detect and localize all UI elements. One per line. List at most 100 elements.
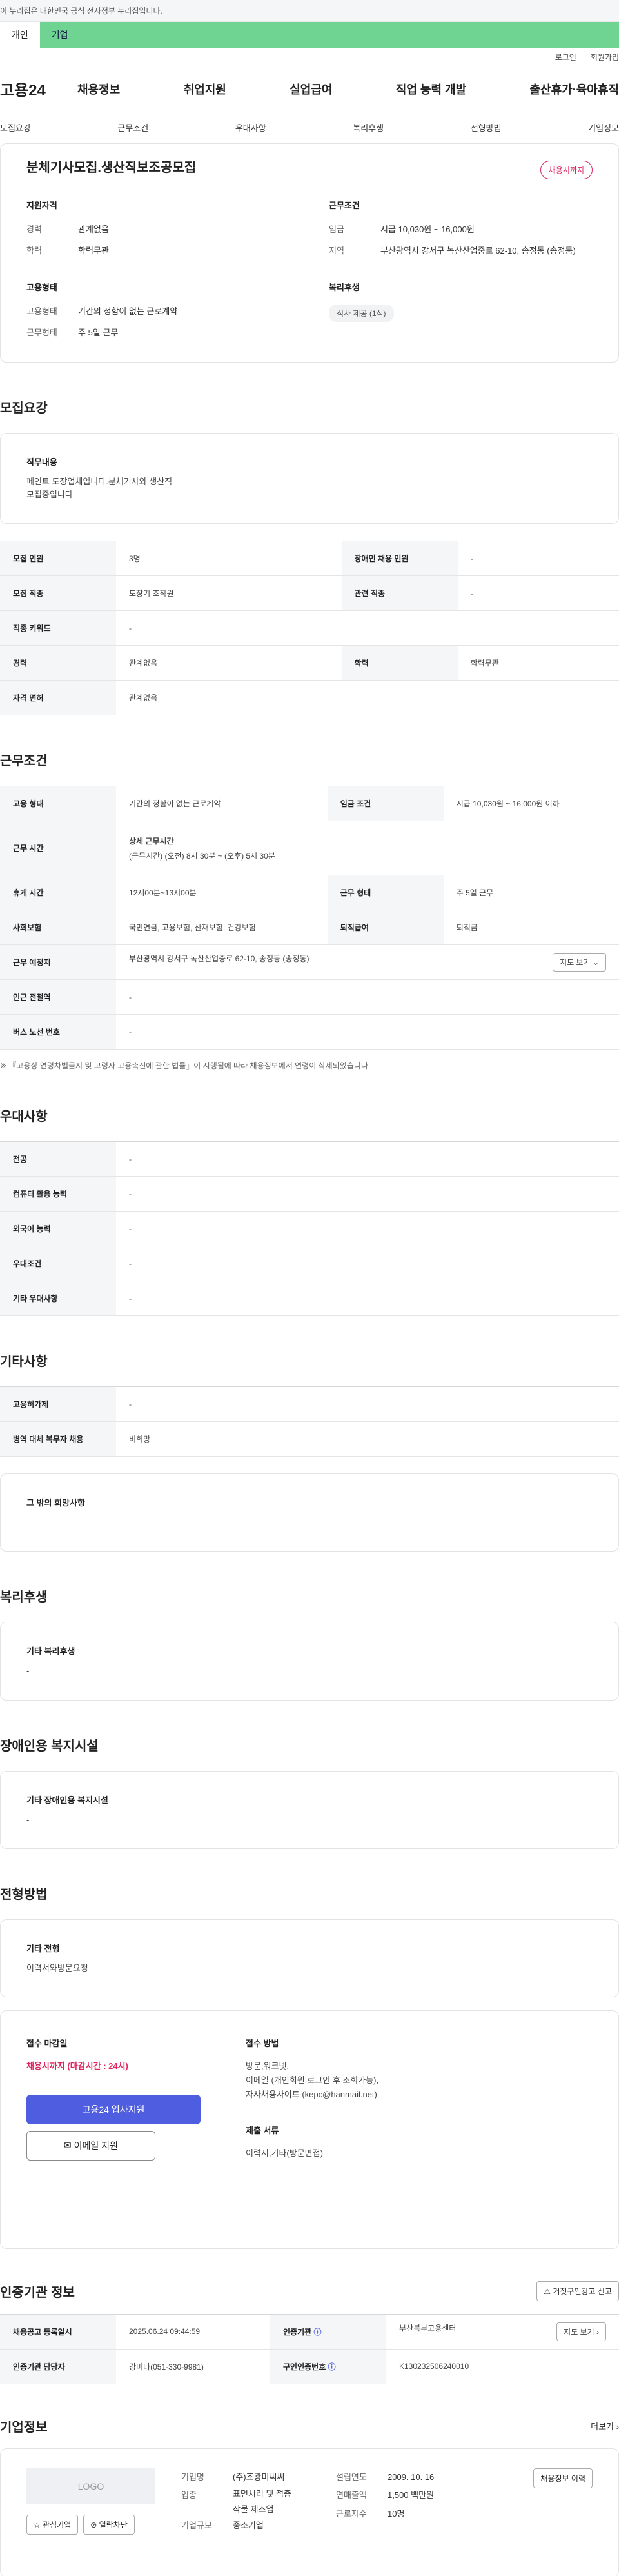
welfare-section-title: 복리후생 — [0, 1590, 48, 1605]
table-row: 우대조건 - — [0, 1246, 619, 1282]
row-value: - — [116, 1014, 619, 1050]
section-nav: 모집요강 근무조건 우대사항 복리후생 전형방법 기업정보 — [0, 112, 619, 143]
sales-label: 연매출액 — [336, 2490, 367, 2501]
alert-icon: ⚠ — [544, 2286, 553, 2296]
row-label: 병역 대체 복무자 채용 — [0, 1421, 116, 1457]
join-link[interactable]: 회원가입 — [591, 52, 619, 63]
subnav-preferences[interactable]: 우대사항 — [235, 121, 266, 134]
row-label: 구인인증번호 ⓘ — [270, 2349, 386, 2384]
row-value: - — [116, 610, 619, 646]
row-label: 장애인 채용 인원 — [341, 541, 458, 577]
deadline-title: 접수 마감일 — [26, 2038, 68, 2048]
gnb-item-jobs[interactable]: 채용정보 — [77, 81, 120, 97]
row-label: 모집 인원 — [0, 541, 116, 577]
subnav-recruit[interactable]: 모집요강 — [0, 121, 31, 134]
subnav-welfare[interactable]: 복리후생 — [353, 121, 384, 134]
cert-map-label: 지도 보기 — [564, 2327, 594, 2337]
row-label: 고용허가제 — [0, 1386, 116, 1423]
more-label: 더보기 — [591, 2421, 614, 2431]
gnb-item-support[interactable]: 취업지원 — [184, 81, 226, 97]
favorite-button[interactable]: ☆ 관심기업 — [26, 2514, 79, 2535]
disab-box: 기타 장애인용 복지시설 - — [0, 1770, 619, 1849]
corp-header: 기업정보 더보기 › — [0, 2417, 619, 2435]
emp-heading: 고용형태 — [26, 283, 57, 292]
email-apply-label: 이메일 지원 — [74, 2140, 118, 2151]
cond-table: 고용 형태 기간의 정함이 없는 근로계약 임금 조건 시급 10,030원 ~ 16… — [0, 786, 619, 1050]
row-label: 외국어 능력 — [0, 1211, 116, 1247]
row-label: 고용 형태 — [0, 786, 116, 822]
etc-table: 고용허가제 - 병역 대체 복무자 채용 비희망 — [0, 1386, 619, 1457]
disab-section-title: 장애인용 복지시설 — [0, 1739, 99, 1753]
cert-header: 인증기관 정보 ⚠ 거짓구인광고 신고 — [0, 2281, 619, 2301]
login-link[interactable]: 로그인 — [555, 52, 576, 63]
corp-name-label: 기업명 — [181, 2471, 204, 2482]
docs-value: 이력서,기타(방문면접) — [246, 2148, 323, 2159]
map-button[interactable]: 지도 보기 ⌄ — [553, 953, 606, 972]
size-label: 기업규모 — [181, 2521, 212, 2531]
report-label: 거짓구인광고 신고 — [553, 2286, 612, 2296]
table-row: 외국어 능력 - — [0, 1211, 619, 1247]
row-label: 인증기관 담당자 — [0, 2349, 116, 2384]
career-value: 관계없음 — [78, 225, 109, 234]
map-button-label: 지도 보기 — [560, 958, 591, 968]
row-value: 강미나(051-330-9981) — [116, 2349, 270, 2384]
gov-bar-text: 이 누리집은 대한민국 공식 전자정부 누리집입니다. — [0, 6, 162, 15]
row-value: 학력무관 — [457, 645, 619, 681]
table-row: 인증기관 담당자 강미나(051-330-9981) 구인인증번호 ⓘ K130232… — [0, 2349, 619, 2384]
row-label: 인근 전철역 — [0, 979, 116, 1015]
sales-value: 1,500 백만원 — [388, 2490, 435, 2501]
block-button[interactable]: ⊘ 열람차단 — [83, 2514, 135, 2535]
cert-table: 채용공고 등록일시 2025.06.24 09:44:59 인증기관 ⓘ 부산북부고용… — [0, 2313, 619, 2384]
row-value: 주 5일 근무 — [443, 875, 619, 911]
staff-label: 근로자수 — [336, 2509, 367, 2519]
num-label: 구인인증번호 — [283, 2362, 326, 2371]
duty-box: 직무내용 페인트 도장업체입니다.분체기사와 생산직 모집중입니다 — [0, 433, 619, 524]
report-button[interactable]: ⚠ 거짓구인광고 신고 — [536, 2281, 619, 2301]
row-value: 국민연금, 고용보험, 산재보험, 건강보험 — [116, 910, 328, 946]
size-value: 중소기업 — [233, 2521, 264, 2531]
wish-title: 그 밖의 희망사항 — [26, 1498, 85, 1508]
util-bar: 로그인 회원가입 — [0, 48, 619, 66]
tab-company[interactable]: 기업 — [40, 22, 80, 48]
info-icon[interactable]: ⓘ — [328, 2362, 336, 2371]
info-icon[interactable]: ⓘ — [314, 2328, 322, 2337]
apply-button[interactable]: 고용24 입사지원 — [26, 2094, 201, 2124]
subnav-selection[interactable]: 전형방법 — [471, 121, 502, 134]
gnb-item-unemployment[interactable]: 실업급여 — [290, 81, 332, 97]
gnb-item-training[interactable]: 직업 능력 개발 — [396, 81, 466, 97]
row-value: 기간의 정함이 없는 근로계약 — [116, 786, 328, 822]
welfare-value: - — [26, 1666, 30, 1676]
table-row: 인근 전철역 - — [0, 979, 619, 1015]
subnav-conditions[interactable]: 근무조건 — [117, 121, 148, 134]
row-value: 관계없음 — [116, 680, 619, 716]
block-icon: ⊘ — [90, 2520, 99, 2530]
gnb-item-leave[interactable]: 출산휴가·육아휴직 — [530, 81, 619, 97]
site-logo[interactable]: 고용24 — [0, 77, 77, 100]
user-type-tabs: 개인 기업 — [0, 22, 619, 48]
more-link[interactable]: 더보기 › — [591, 2420, 619, 2432]
chevron-right-icon: › — [596, 2327, 599, 2337]
org-label: 인증기관 — [283, 2327, 312, 2337]
table-row: 근무 시간 상세 근무시간 (근무시간) (오전) 8시 30분 ~ (오후) 5시… — [0, 821, 619, 876]
email-apply-button[interactable]: ✉ 이메일 지원 — [26, 2130, 155, 2161]
subnav-company[interactable]: 기업정보 — [588, 121, 619, 134]
row-label: 근무 형태 — [327, 875, 444, 911]
cert-map-button[interactable]: 지도 보기 › — [556, 2322, 606, 2341]
row-value: 관계없음 — [116, 645, 342, 681]
table-row: 컴퓨터 활용 능력 - — [0, 1176, 619, 1212]
row-value: - — [457, 575, 619, 612]
welfare-sub: 기타 복리후생 — [26, 1646, 75, 1657]
history-button[interactable]: 채용정보 이력 — [533, 2468, 593, 2488]
method-title: 접수 방법 — [246, 2038, 279, 2048]
table-row: 경력 관계없음 학력 학력무관 — [0, 645, 619, 681]
row-label: 버스 노선 번호 — [0, 1014, 116, 1050]
duty-title: 직무내용 — [26, 457, 57, 467]
tab-personal[interactable]: 개인 — [0, 22, 40, 48]
table-row: 사회보험 국민연금, 고용보험, 산재보험, 건강보험 퇴직급여 퇴직금 — [0, 910, 619, 946]
row-value: 비희망 — [116, 1421, 619, 1457]
star-icon: ☆ — [34, 2520, 43, 2530]
cond-section-title: 근무조건 — [0, 754, 48, 769]
row-value: - — [457, 541, 619, 577]
wage-value: 시급 10,030원 ~ 16,000원 — [380, 225, 475, 234]
deadline-value: 채용시까지 (마감시간 : 24시) — [26, 2061, 128, 2071]
